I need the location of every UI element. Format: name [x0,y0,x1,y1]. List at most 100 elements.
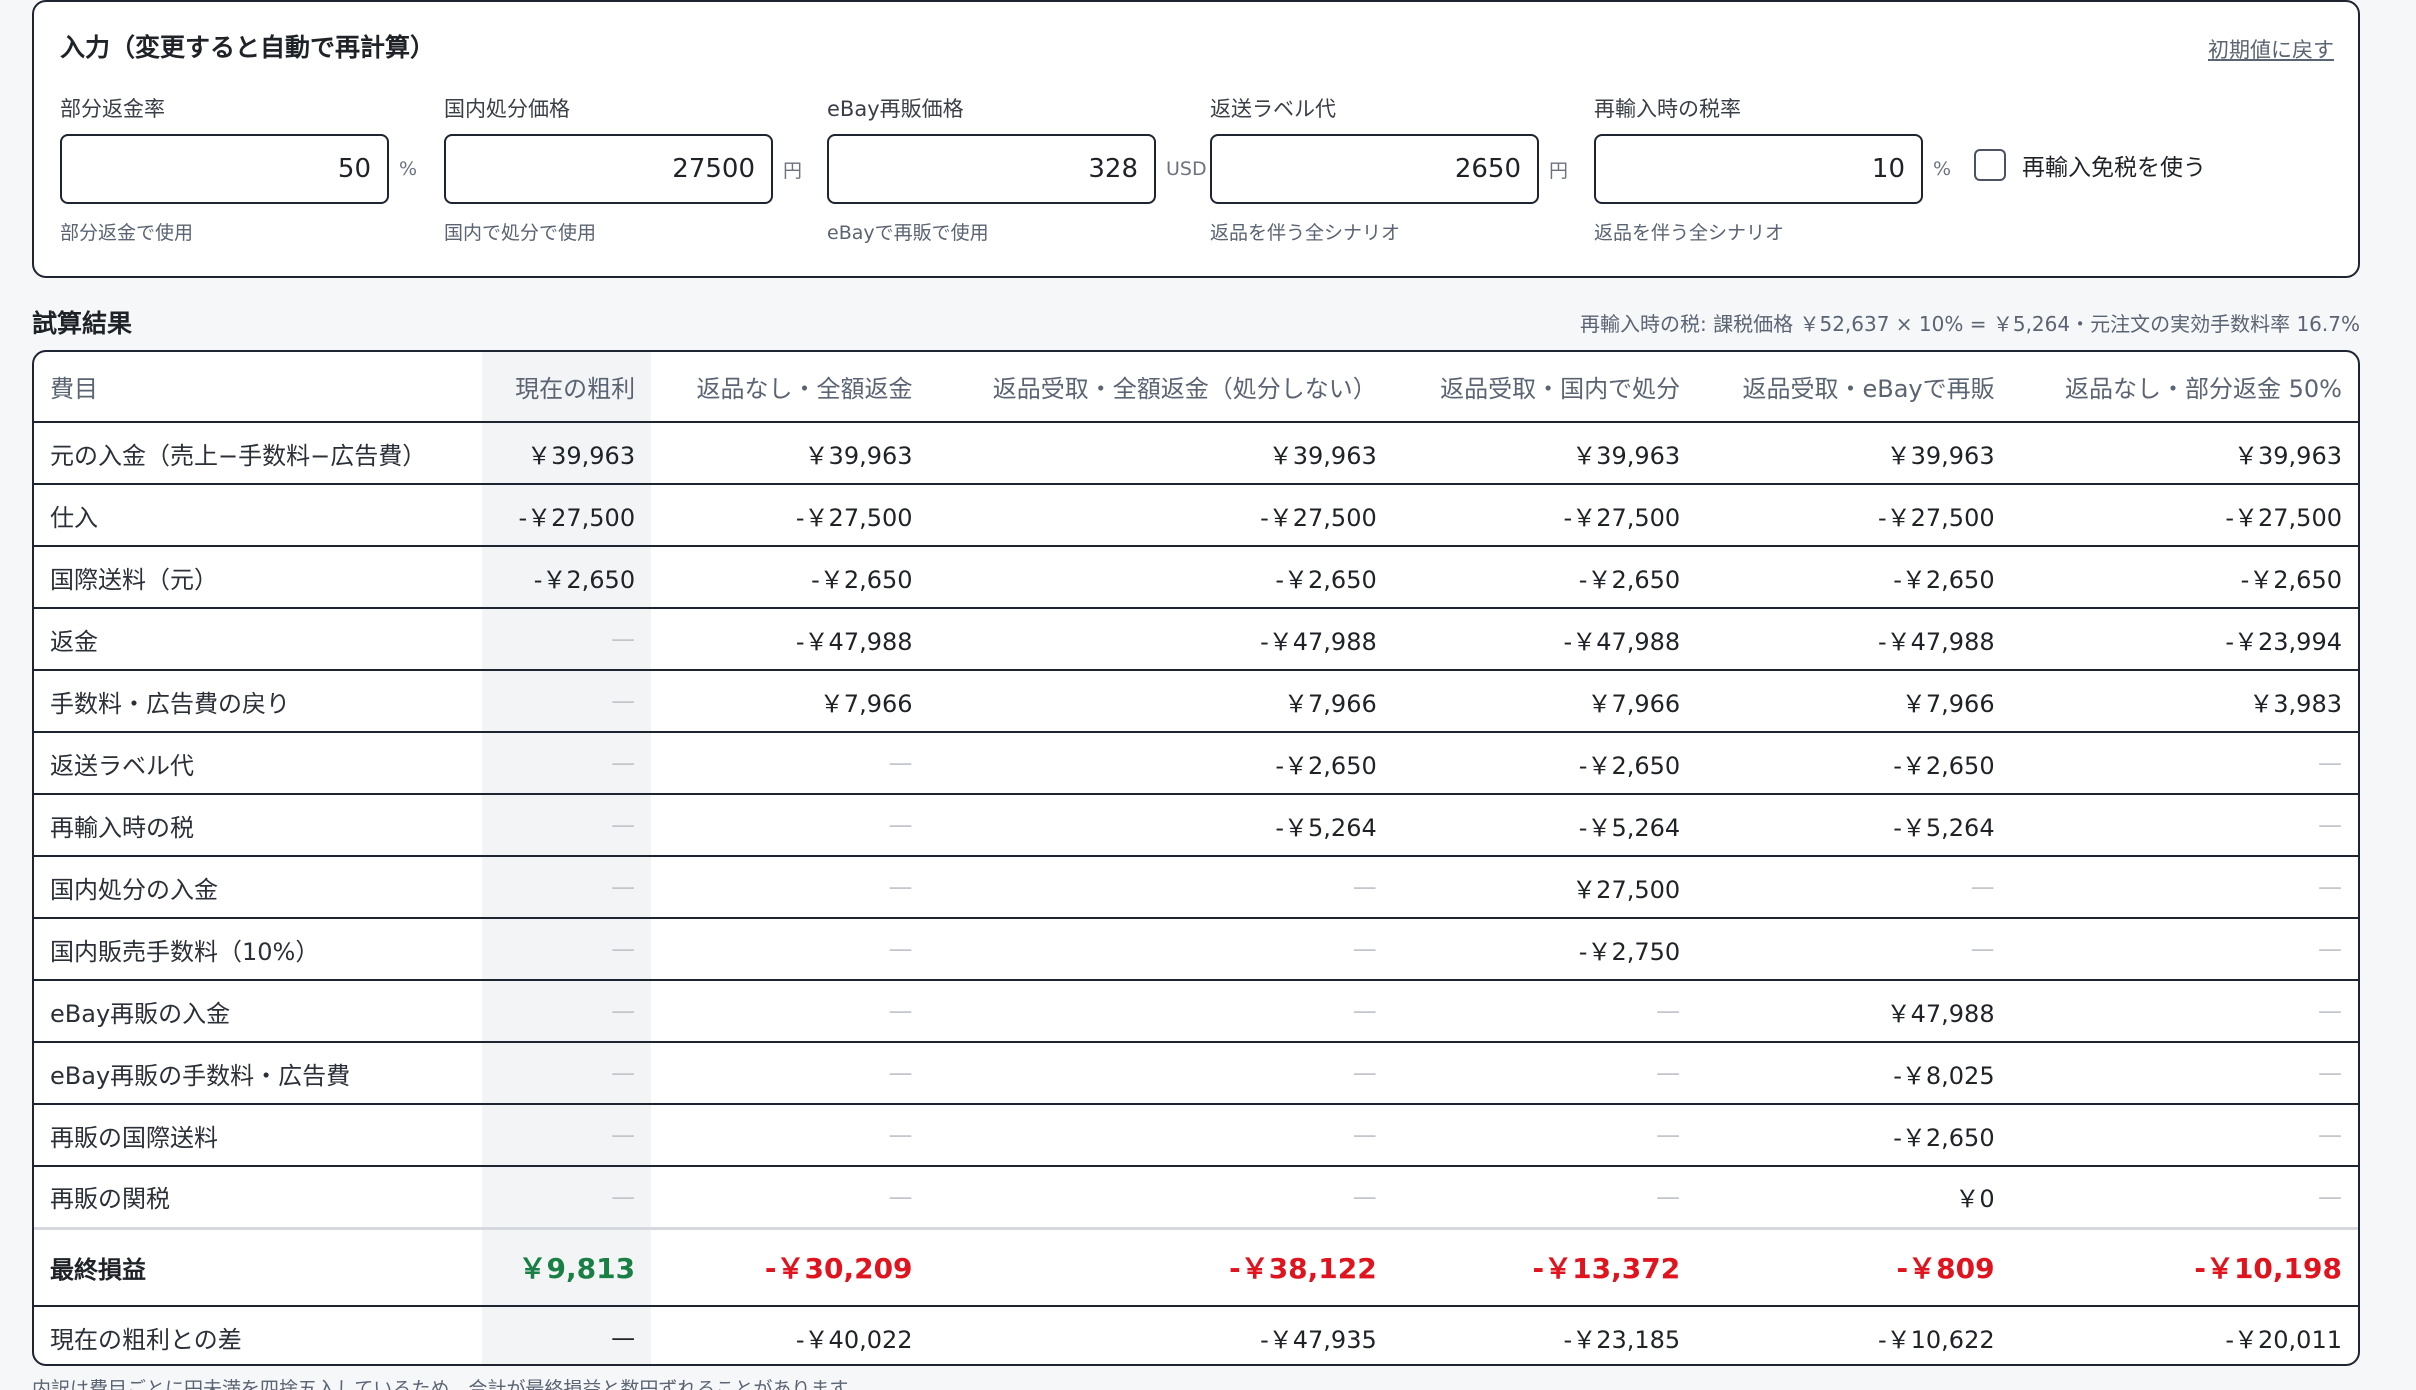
table-cell: -￥47,935 [1260,1326,1377,1354]
reimport-exemption-toggle[interactable]: 再輸入免税を使う [1974,148,2206,182]
table-row: 再販の関税 — — — — ￥0— [34,1166,2358,1229]
table-cell: -￥20,011 [2225,1326,2342,1354]
table-cell: -￥2,650 [2010,546,2358,609]
table-cell: — [481,1042,652,1105]
row-label: 国内販売手数料（10%） [34,918,482,981]
reimport-tax-rate-input[interactable] [1594,134,1923,204]
table-cell: — [2010,980,2358,1043]
table-cell: — [1392,1166,1697,1229]
field-label: 再輸入時の税率 [1594,97,1741,121]
row-label: 最終損益 [34,1226,482,1307]
table-cell: -￥8,025 [1696,1042,2011,1105]
table-cell: -￥47,988 [1696,608,2011,671]
field-reimport-tax-rate: 再輸入時の税率 % 返品を伴う全シナリオ [1594,94,1951,245]
table-cell: — [1696,918,2011,981]
row-label: 再輸入時の税 [34,794,482,857]
unit-label: % [399,158,418,180]
field-label: 部分返金率 [60,97,165,121]
table-row: 返金 — -￥47,988 -￥47,988 -￥47,988 -￥47,988 -￥23,… [34,608,2358,671]
table-header-row: 費目 現在の粗利 返品なし・全額返金 返品受取・全額返金（処分しない） 返品受取… [34,352,2358,423]
column-header: 返品受取・国内で処分 [1392,352,1697,423]
table-cell: ￥7,966 [1696,670,2011,733]
table-cell: — [1392,1042,1697,1105]
table-cell: — [481,1306,652,1364]
table-cell: — [481,1166,652,1229]
column-header: 返品受取・eBayで再販 [1696,352,2011,423]
field-label: 返送ラベル代 [1210,97,1336,121]
table-cell: ￥39,963 [1696,422,2011,485]
table-row: 国内販売手数料（10%） — — — -￥2,750— — [34,918,2358,981]
table-cell: — [481,670,652,733]
table-cell: — [481,918,652,981]
table-cell: — [2010,1042,2358,1105]
unit-label: 円 [783,159,803,182]
table-cell: — [481,856,652,919]
table-row: 国際送料（元） -￥2,650 -￥2,650 -￥2,650 -￥2,650 -￥2,6… [34,546,2358,609]
table-cell: -￥2,650 [1392,732,1697,795]
field-label: eBay再販価格 [827,97,964,121]
field-hint: 国内で処分で使用 [444,222,597,244]
table-cell: -￥27,500 [651,484,929,547]
table-cell: -￥2,650 [1696,546,2011,609]
table-cell: -￥5,264 [1696,794,2011,857]
row-label: 仕入 [34,484,482,547]
unit-label: % [1933,158,1952,180]
table-cell: -￥2,650 [1392,546,1697,609]
row-label: 返送ラベル代 [34,732,482,795]
results-table: 費目 現在の粗利 返品なし・全額返金 返品受取・全額返金（処分しない） 返品受取… [32,350,2360,1366]
table-cell: — [481,980,652,1043]
reset-defaults-link[interactable]: 初期値に戻す [2208,34,2334,64]
table-cell: ￥47,988 [1696,980,2011,1043]
table-row: 再販の国際送料 — — — — -￥2,650— [34,1104,2358,1167]
table-cell: -￥10,198 [2010,1226,2358,1307]
reimport-exemption-checkbox[interactable] [1974,149,2006,181]
domestic-disposal-price-input[interactable] [444,134,773,204]
table-cell: — [481,608,652,671]
field-return-label-cost: 返送ラベル代 円 返品を伴う全シナリオ [1210,94,1568,245]
table-cell: — [651,732,929,795]
row-label: 国際送料（元） [34,546,482,609]
table-row: eBay再販の入金 — — — — ￥47,988— [34,980,2358,1043]
table-cell: ￥39,963 [2010,422,2358,485]
row-label: 元の入金（売上−手数料−広告費） [34,422,482,485]
field-label: 国内処分価格 [444,97,570,121]
footnote: 内訳は費目ごとに円未満を四捨五入しているため、合計が最終損益と数円ずれることがあ… [32,1378,866,1390]
table-cell: ￥7,966 [928,670,1393,733]
table-cell: — [1696,856,2011,919]
row-label: 再販の国際送料 [34,1104,482,1167]
reimport-exemption-label: 再輸入免税を使う [2022,155,2206,181]
table-row: eBay再販の手数料・広告費 — — — — -￥8,025— [34,1042,2358,1105]
table-cell: ￥0 [1696,1166,2011,1229]
table-cell: -￥2,650 [928,732,1393,795]
row-label: 再販の関税 [34,1166,482,1229]
table-cell: — [928,1042,1393,1105]
table-cell: -￥40,022 [795,1326,913,1354]
ebay-resale-price-input[interactable] [827,134,1156,204]
partial-refund-rate-input[interactable] [60,134,389,204]
field-partial-refund-rate: 部分返金率 % 部分返金で使用 [60,94,417,245]
total-row: 最終損益 ￥9,813 -￥30,209 -￥38,122 -￥13,372 -￥809-… [34,1226,2358,1307]
table-cell: -￥2,650 [928,546,1393,609]
table-cell: — [481,732,652,795]
field-hint: eBayで再販で使用 [827,222,989,244]
table-cell: — [928,856,1393,919]
table-cell: -￥23,994 [2010,608,2358,671]
table-row: 国内処分の入金 — — — ￥27,500— — [34,856,2358,919]
table-cell: — [651,1042,929,1105]
table-cell: — [2010,794,2358,857]
table-row: 仕入 -￥27,500 -￥27,500 -￥27,500 -￥27,500 -￥27,5… [34,484,2358,547]
table-cell: -￥2,650 [481,546,652,609]
row-label: eBay再販の入金 [34,980,482,1043]
column-header: 現在の粗利 [481,352,652,423]
table-cell: — [2010,856,2358,919]
table-cell: -￥27,500 [1696,484,2011,547]
field-domestic-disposal-price: 国内処分価格 円 国内で処分で使用 [444,94,802,245]
unit-label: 円 [1549,159,1569,182]
table-cell: — [651,794,929,857]
table-cell: -￥2,650 [1696,732,2011,795]
table-cell: — [1392,1104,1697,1167]
table-cell: ￥27,500 [1392,856,1697,919]
return-label-cost-input[interactable] [1210,134,1539,204]
row-label: eBay再販の手数料・広告費 [34,1042,482,1105]
table-cell: -￥10,622 [1877,1326,1995,1354]
